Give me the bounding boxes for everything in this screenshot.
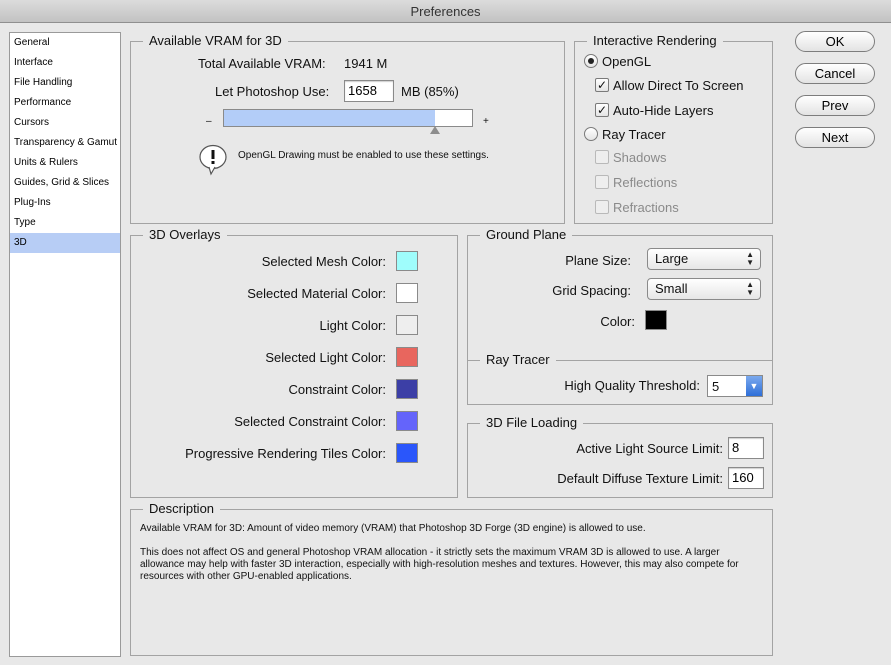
opengl-label: OpenGL	[602, 54, 652, 69]
vram-slider-thumb[interactable]	[430, 126, 440, 134]
ground-color-label: Color:	[600, 314, 635, 329]
plane-size-label: Plane Size:	[565, 253, 631, 268]
allow-direct-checkbox[interactable]: ✓	[595, 78, 609, 92]
plane-size-select[interactable]: Large ▲ ▼	[647, 248, 761, 270]
window-title: Preferences	[0, 0, 891, 23]
selected-material-color-swatch[interactable]	[396, 283, 418, 303]
constraint-color-swatch[interactable]	[396, 379, 418, 399]
refractions-checkbox[interactable]	[595, 200, 609, 214]
sidebar-item-file-handling[interactable]: File Handling	[10, 73, 120, 93]
allow-direct-label: Allow Direct To Screen	[613, 78, 744, 93]
selected-light-color-swatch[interactable]	[396, 347, 418, 367]
ray-tracer-label: Ray Tracer	[602, 127, 666, 142]
description-line-1: Available VRAM for 3D: Amount of video m…	[140, 523, 646, 534]
high-quality-threshold-value: 5	[712, 379, 720, 394]
chevron-down-icon[interactable]: ▼	[746, 376, 762, 396]
vram-slider-fill	[224, 110, 435, 126]
opengl-radio[interactable]	[584, 54, 598, 68]
sidebar-item-plug-ins[interactable]: Plug-Ins	[10, 193, 120, 213]
reflections-label: Reflections	[613, 175, 678, 190]
diffuse-texture-label: Default Diffuse Texture Limit:	[557, 471, 723, 486]
sidebar-item-type[interactable]: Type	[10, 213, 120, 233]
sidebar-item-units-rulers[interactable]: Units & Rulers	[10, 153, 120, 173]
selected-mesh-color-swatch[interactable]	[396, 251, 418, 271]
description-line-2: This does not affect OS and general Phot…	[140, 547, 739, 582]
selected-light-color-label: Selected Light Color:	[265, 350, 386, 365]
sidebar-item-performance[interactable]: Performance	[10, 93, 120, 113]
total-vram-value: 1941 M	[344, 56, 388, 71]
cancel-button[interactable]: Cancel	[795, 63, 875, 84]
auto-hide-checkbox[interactable]: ✓	[595, 103, 609, 117]
selected-mesh-color-label: Selected Mesh Color:	[261, 254, 386, 269]
progressive-tiles-color-label: Progressive Rendering Tiles Color:	[185, 446, 386, 461]
grid-spacing-select[interactable]: Small ▲ ▼	[647, 278, 761, 300]
grid-spacing-label: Grid Spacing:	[552, 283, 631, 298]
vram-slider[interactable]	[223, 109, 473, 134]
sidebar-item-guides-grid-slices[interactable]: Guides, Grid & Slices	[10, 173, 120, 193]
reflections-checkbox[interactable]	[595, 175, 609, 189]
sidebar-item-cursors[interactable]: Cursors	[10, 113, 120, 133]
progressive-tiles-color-swatch[interactable]	[396, 443, 418, 463]
interactive-rendering-title: Interactive Rendering	[587, 33, 723, 49]
sidebar-item-transparency-gamut[interactable]: Transparency & Gamut	[10, 133, 120, 153]
opengl-warning-text: OpenGL Drawing must be enabled to use th…	[238, 150, 489, 161]
active-light-input[interactable]: 8	[728, 437, 764, 459]
let-photoshop-use-label: Let Photoshop Use:	[215, 84, 330, 99]
slider-min-label: –	[206, 116, 212, 127]
vram-use-input[interactable]: 1658	[344, 80, 394, 102]
ground-plane-title: Ground Plane	[480, 227, 573, 243]
plane-size-value: Large	[655, 251, 689, 266]
file-loading-title: 3D File Loading	[480, 415, 584, 431]
selected-constraint-color-swatch[interactable]	[396, 411, 418, 431]
overlays-title: 3D Overlays	[143, 227, 227, 243]
ground-color-swatch[interactable]	[645, 310, 667, 330]
high-quality-threshold-label: High Quality Threshold:	[564, 378, 700, 393]
select-arrows-icon: ▲ ▼	[746, 250, 754, 267]
auto-hide-label: Auto-Hide Layers	[613, 103, 714, 118]
ray-tracer-title: Ray Tracer	[480, 352, 556, 368]
shadows-checkbox[interactable]	[595, 150, 609, 164]
constraint-color-label: Constraint Color:	[288, 382, 386, 397]
refractions-label: Refractions	[613, 200, 679, 215]
active-light-label: Active Light Source Limit:	[576, 441, 723, 456]
light-color-label: Light Color:	[319, 318, 386, 333]
preferences-content: General Interface File Handling Performa…	[0, 23, 891, 665]
total-vram-label: Total Available VRAM:	[198, 56, 326, 71]
grid-spacing-value: Small	[655, 281, 688, 296]
diffuse-texture-input[interactable]: 160	[728, 467, 764, 489]
sidebar-item-interface[interactable]: Interface	[10, 53, 120, 73]
vram-use-unit: MB (85%)	[401, 84, 459, 99]
description-title: Description	[143, 501, 221, 517]
prev-button[interactable]: Prev	[795, 95, 875, 116]
sidebar-item-3d[interactable]: 3D	[10, 233, 120, 253]
selected-material-color-label: Selected Material Color:	[247, 286, 386, 301]
high-quality-threshold-combo[interactable]: 5 ▼	[707, 375, 763, 397]
warning-icon	[199, 144, 227, 176]
ok-button[interactable]: OK	[795, 31, 875, 52]
ray-tracer-radio[interactable]	[584, 127, 598, 141]
slider-max-label: +	[483, 116, 489, 127]
sidebar: General Interface File Handling Performa…	[9, 32, 121, 657]
sidebar-item-general[interactable]: General	[10, 33, 120, 53]
select-arrows-icon: ▲ ▼	[746, 280, 754, 297]
shadows-label: Shadows	[613, 150, 667, 165]
light-color-swatch[interactable]	[396, 315, 418, 335]
vram-group-title: Available VRAM for 3D	[143, 33, 288, 49]
selected-constraint-color-label: Selected Constraint Color:	[234, 414, 386, 429]
next-button[interactable]: Next	[795, 127, 875, 148]
